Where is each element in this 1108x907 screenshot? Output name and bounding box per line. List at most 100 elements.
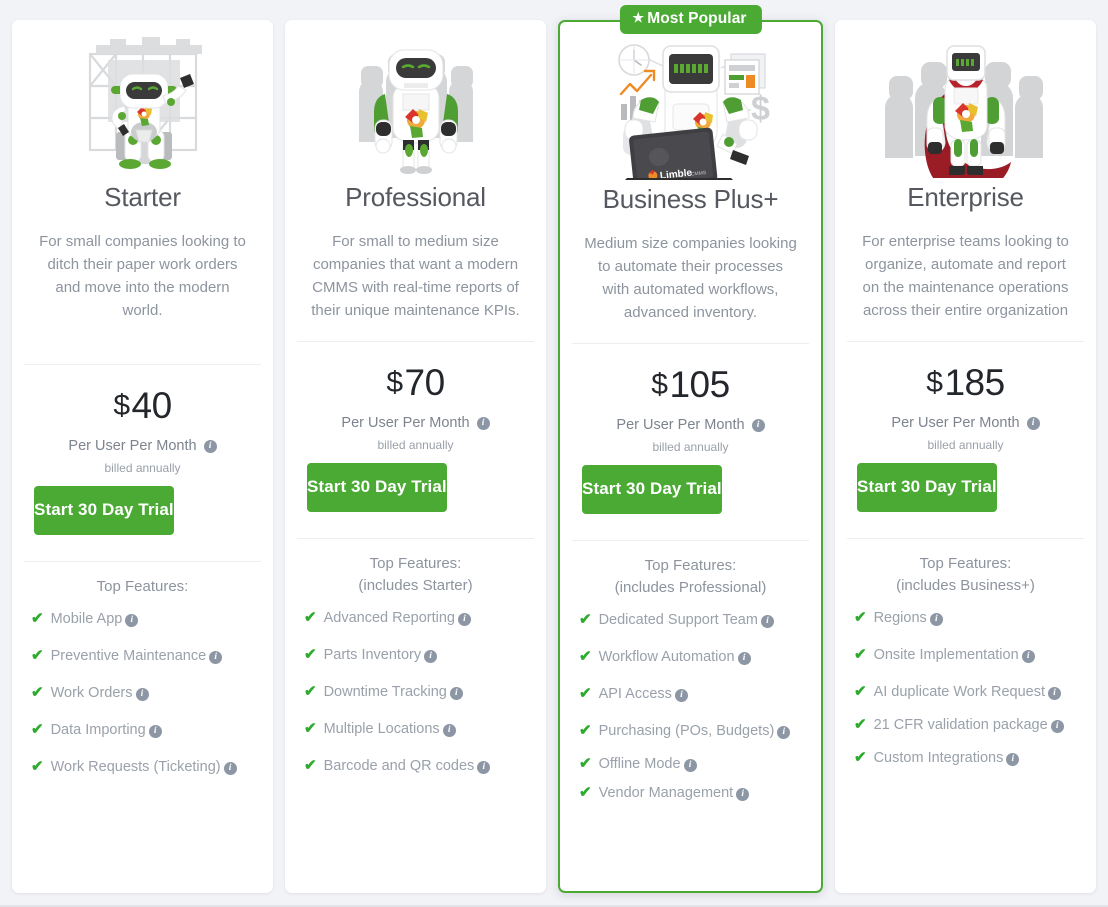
feature-item: ✔ AI duplicate Work Request i <box>849 681 1082 703</box>
feature-label: Custom Integrations <box>873 750 1004 766</box>
feature-label: Work Requests (Ticketing) <box>50 759 221 775</box>
feature-label: Barcode and QR codes <box>323 758 475 774</box>
feature-item: ✔ Vendor Management i <box>574 782 807 804</box>
check-icon: ✔ <box>31 721 44 738</box>
info-icon[interactable]: i <box>209 650 223 664</box>
most-popular-badge: ★ Most Popular <box>619 5 762 34</box>
price-amount: 70 <box>404 362 446 403</box>
feature-label: 21 CFR validation package <box>873 717 1048 733</box>
info-icon[interactable]: i <box>135 687 149 701</box>
plan-title: Business Plus+ <box>602 184 779 214</box>
check-icon: ✔ <box>304 609 317 626</box>
feature-item: ✔ Advanced Reporting i <box>299 607 532 629</box>
currency-symbol: $ <box>113 389 130 422</box>
check-icon: ✔ <box>304 683 317 700</box>
info-icon[interactable]: i <box>736 787 750 801</box>
plan-description: For enterprise teams looking to organize… <box>862 233 1069 319</box>
check-icon: ✔ <box>304 720 317 737</box>
info-icon[interactable]: i <box>751 418 765 432</box>
card-header: Starter For small companies looking to d… <box>12 20 273 322</box>
feature-label: Downtime Tracking <box>323 684 447 700</box>
check-icon: ✔ <box>579 722 592 739</box>
info-icon[interactable]: i <box>449 686 463 700</box>
info-icon[interactable]: i <box>442 723 456 737</box>
feature-item: ✔ Offline Mode i <box>574 753 807 775</box>
feature-list: ✔ Mobile App i ✔ Preventive Maintenance i ✔ W… <box>26 608 259 778</box>
check-icon: ✔ <box>854 749 867 766</box>
feature-item: ✔ Data Importing i <box>26 719 259 741</box>
feature-item: ✔ Custom Integrations i <box>849 747 1082 769</box>
feature-item: ✔ Dedicated Support Team i <box>574 609 807 631</box>
check-icon: ✔ <box>854 609 867 626</box>
info-icon[interactable]: i <box>457 612 471 626</box>
check-icon: ✔ <box>579 685 592 702</box>
start-trial-button[interactable]: Start 30 Day Trial <box>307 463 447 512</box>
feature-item: ✔ Barcode and QR codes i <box>299 755 532 777</box>
info-icon[interactable]: i <box>1050 719 1064 733</box>
features-subheading: (includes Professional) <box>614 579 767 596</box>
pricing-plan-grid: Starter For small companies looking to d… <box>0 0 1108 907</box>
info-icon[interactable]: i <box>683 758 697 772</box>
feature-label: Purchasing (POs, Budgets) <box>598 723 775 739</box>
start-trial-button[interactable]: Start 30 Day Trial <box>857 463 997 512</box>
info-icon[interactable]: i <box>148 724 162 738</box>
info-icon[interactable]: i <box>477 760 491 774</box>
plan-description: Medium size companies looking to automat… <box>584 235 797 321</box>
check-icon: ✔ <box>579 648 592 665</box>
plan-card-professional[interactable]: Professional For small to medium size co… <box>285 20 546 893</box>
check-icon: ✔ <box>854 683 867 700</box>
badge-label: Most Popular <box>647 10 747 27</box>
info-icon[interactable]: i <box>223 761 237 775</box>
card-header: $ Limble CMMS Business Plus+ Medium size… <box>560 22 821 324</box>
info-icon[interactable]: i <box>674 688 688 702</box>
features-heading: Top Features: <box>96 578 189 595</box>
plan-card-enterprise[interactable]: Enterprise For enterprise teams looking … <box>835 20 1096 893</box>
feature-label: Data Importing <box>50 722 146 738</box>
info-icon[interactable]: i <box>1021 649 1035 663</box>
info-icon[interactable]: i <box>737 651 751 665</box>
features-heading: Top Features: (includes Business+) <box>849 553 1082 597</box>
feature-label: Offline Mode <box>598 756 681 772</box>
plan-card-business-plus[interactable]: ★ Most Popular $ Limble CMMS Business Pl… <box>558 5 823 893</box>
feature-item: ✔ Onsite Implementation i <box>849 644 1082 666</box>
robot-superhero-illustration <box>851 34 1080 180</box>
plan-card-starter[interactable]: Starter For small companies looking to d… <box>12 20 273 893</box>
plan-description: For small to medium size companies that … <box>311 233 520 319</box>
check-icon: ✔ <box>579 755 592 772</box>
info-icon[interactable]: i <box>424 649 438 663</box>
info-icon[interactable]: i <box>1047 686 1061 700</box>
check-icon: ✔ <box>31 684 44 701</box>
feature-label: Preventive Maintenance <box>50 648 207 664</box>
feature-item: ✔ 21 CFR validation package i <box>849 714 1082 736</box>
plan-title: Starter <box>104 182 181 212</box>
feature-item: ✔ Regions i <box>849 607 1082 629</box>
feature-item: ✔ Work Requests (Ticketing) i <box>26 756 259 778</box>
plan-price: $40 <box>12 385 273 427</box>
info-icon[interactable]: i <box>476 416 490 430</box>
info-icon[interactable]: i <box>1026 416 1040 430</box>
feature-label: Vendor Management <box>598 785 734 801</box>
info-icon[interactable]: i <box>760 614 774 628</box>
per-user-label: Per User Per Month i <box>12 438 273 454</box>
info-icon[interactable]: i <box>1006 752 1020 766</box>
check-icon: ✔ <box>854 716 867 733</box>
info-icon[interactable]: i <box>777 725 791 739</box>
start-trial-button[interactable]: Start 30 Day Trial <box>34 486 174 535</box>
info-icon[interactable]: i <box>125 613 139 627</box>
info-icon[interactable]: i <box>203 439 217 453</box>
info-icon[interactable]: i <box>929 612 943 626</box>
plan-price: $105 <box>560 364 821 406</box>
feature-list: ✔ Dedicated Support Team i ✔ Workflow Autom… <box>574 609 807 804</box>
plan-price: $185 <box>835 362 1096 404</box>
price-amount: 105 <box>669 364 730 405</box>
check-icon: ✔ <box>304 757 317 774</box>
per-user-label: Per User Per Month i <box>560 417 821 433</box>
feature-item: ✔ Mobile App i <box>26 608 259 630</box>
plan-price: $70 <box>285 362 546 404</box>
card-header: Enterprise For enterprise teams looking … <box>835 20 1096 322</box>
feature-label: Mobile App <box>50 611 123 627</box>
feature-label: Onsite Implementation <box>873 647 1019 663</box>
billing-note: billed annually <box>104 461 181 475</box>
feature-item: ✔ Multiple Locations i <box>299 718 532 740</box>
start-trial-button[interactable]: Start 30 Day Trial <box>582 465 722 514</box>
